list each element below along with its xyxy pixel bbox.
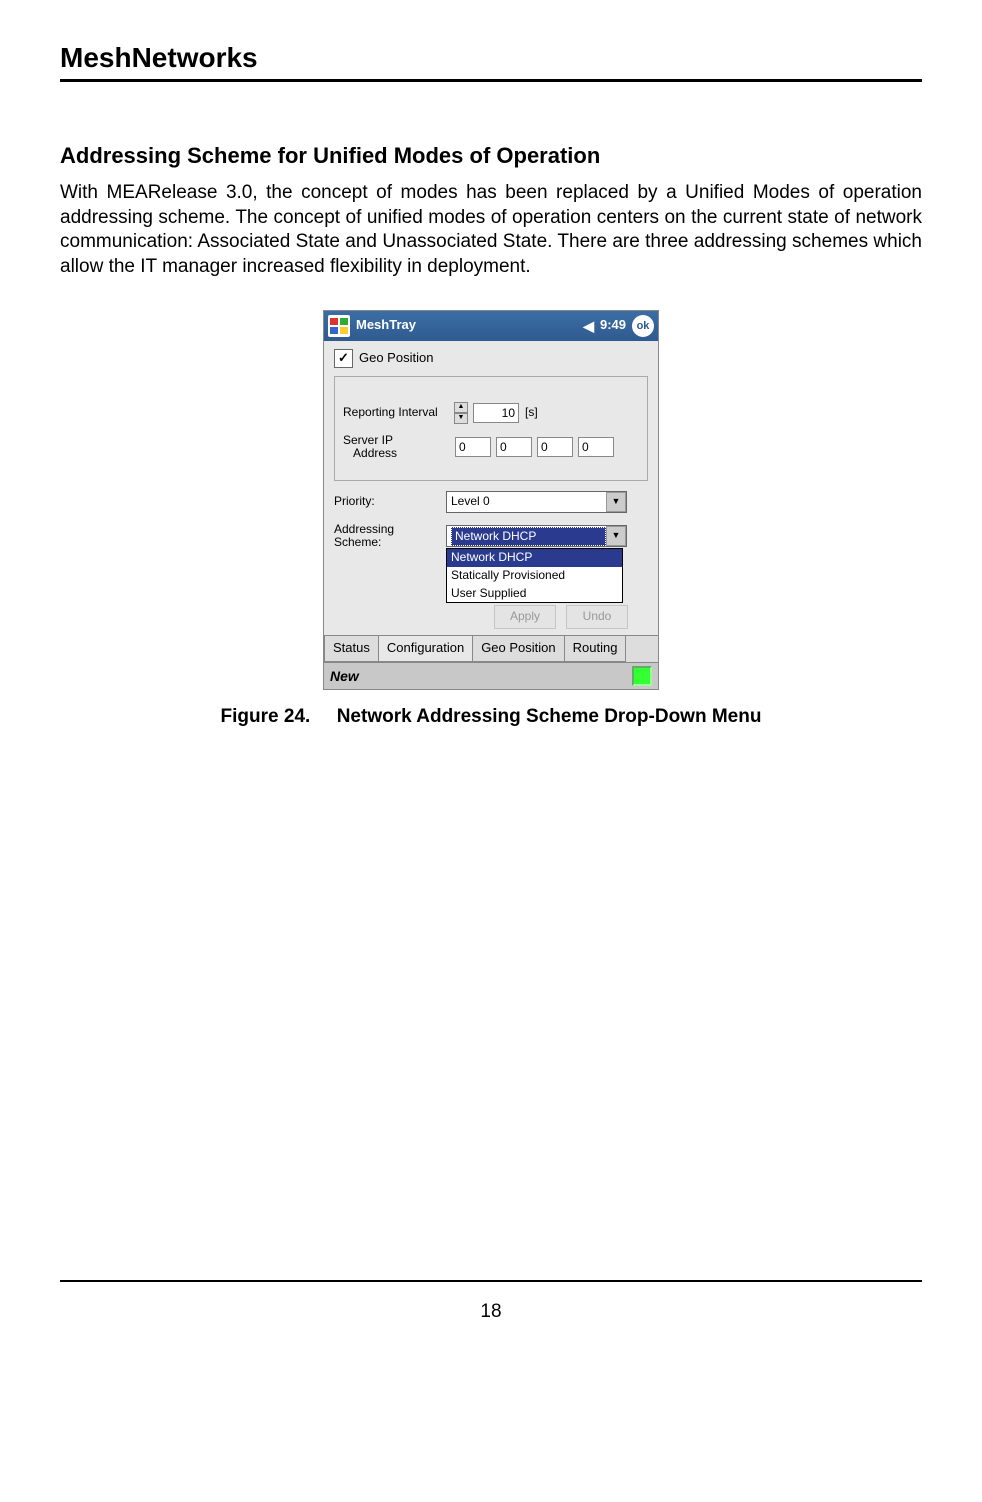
addressing-scheme-dropdown[interactable]: Network DHCP ▼ <box>446 525 627 547</box>
section-heading: Addressing Scheme for Unified Modes of O… <box>60 142 922 171</box>
reporting-interval-row: Reporting Interval ▲ ▼ [s] <box>343 402 639 424</box>
app-title: MeshTray <box>356 317 416 334</box>
undo-button[interactable]: Undo <box>566 605 628 629</box>
reporting-interval-spinner[interactable]: ▲ ▼ <box>454 402 468 424</box>
reporting-interval-label: Reporting Interval <box>343 405 455 421</box>
page-footer: 18 <box>60 1280 922 1325</box>
meshtray-window: MeshTray ◀ 9:49 ok ✓ Geo Position Report… <box>323 310 659 690</box>
keyboard-icon[interactable] <box>632 666 652 686</box>
server-ip-2[interactable] <box>496 437 532 457</box>
priority-dropdown[interactable]: Level 0 ▼ <box>446 491 627 513</box>
speaker-icon[interactable]: ◀ <box>583 317 594 335</box>
tab-geo-position[interactable]: Geo Position <box>473 636 564 662</box>
dropdown-option-network-dhcp[interactable]: Network DHCP <box>447 549 622 567</box>
tab-bar: Status Configuration Geo Position Routin… <box>324 635 658 662</box>
addressing-scheme-label: Addressing Scheme: <box>334 523 446 549</box>
priority-row: Priority: Level 0 ▼ <box>334 491 648 513</box>
spinner-up-icon[interactable]: ▲ <box>454 402 468 413</box>
server-ip-label: Server IP Address <box>343 434 455 460</box>
chevron-down-icon[interactable]: ▼ <box>606 526 626 546</box>
server-ip-1[interactable] <box>455 437 491 457</box>
geo-settings-group: Reporting Interval ▲ ▼ [s] Server IP Add… <box>334 376 648 481</box>
dropdown-option-user-supplied[interactable]: User Supplied <box>447 585 622 603</box>
dropdown-option-statically-provisioned[interactable]: Statically Provisioned <box>447 567 622 585</box>
priority-label: Priority: <box>334 494 446 510</box>
addressing-scheme-row: Addressing Scheme: Network DHCP ▼ <box>334 523 648 549</box>
config-panel: ✓ Geo Position Reporting Interval ▲ ▼ [s… <box>324 341 658 636</box>
windows-logo-icon <box>328 315 350 337</box>
clock-time: 9:49 <box>600 317 626 334</box>
addressing-scheme-dropdown-list: Network DHCP Statically Provisioned User… <box>446 548 623 603</box>
geo-position-label: Geo Position <box>359 350 433 367</box>
reporting-interval-unit: [s] <box>525 405 538 421</box>
geo-position-checkbox-row: ✓ Geo Position <box>334 349 648 368</box>
reporting-interval-input[interactable] <box>473 403 519 423</box>
server-ip-3[interactable] <box>537 437 573 457</box>
server-ip-4[interactable] <box>578 437 614 457</box>
figure-caption: Figure 24. Network Addressing Scheme Dro… <box>60 705 922 730</box>
chevron-down-icon[interactable]: ▼ <box>606 492 626 512</box>
tab-routing[interactable]: Routing <box>565 636 627 662</box>
brand-title: MeshNetworks <box>60 40 922 76</box>
tab-configuration[interactable]: Configuration <box>379 636 473 662</box>
spinner-down-icon[interactable]: ▼ <box>454 413 468 424</box>
status-bar: New <box>324 662 658 689</box>
status-text: New <box>330 667 359 685</box>
ok-button[interactable]: ok <box>632 315 654 337</box>
server-ip-row: Server IP Address <box>343 434 639 460</box>
page-header: MeshNetworks <box>60 40 922 82</box>
page-number: 18 <box>480 1301 501 1322</box>
apply-button[interactable]: Apply <box>494 605 556 629</box>
tab-status[interactable]: Status <box>324 636 379 662</box>
geo-position-checkbox[interactable]: ✓ <box>334 349 353 368</box>
priority-value: Level 0 <box>451 494 490 510</box>
addressing-scheme-selected: Network DHCP <box>451 527 606 547</box>
action-buttons: Apply Undo <box>334 605 648 629</box>
titlebar: MeshTray ◀ 9:49 ok <box>324 311 658 341</box>
section-paragraph: With MEARelease 3.0, the concept of mode… <box>60 181 922 280</box>
